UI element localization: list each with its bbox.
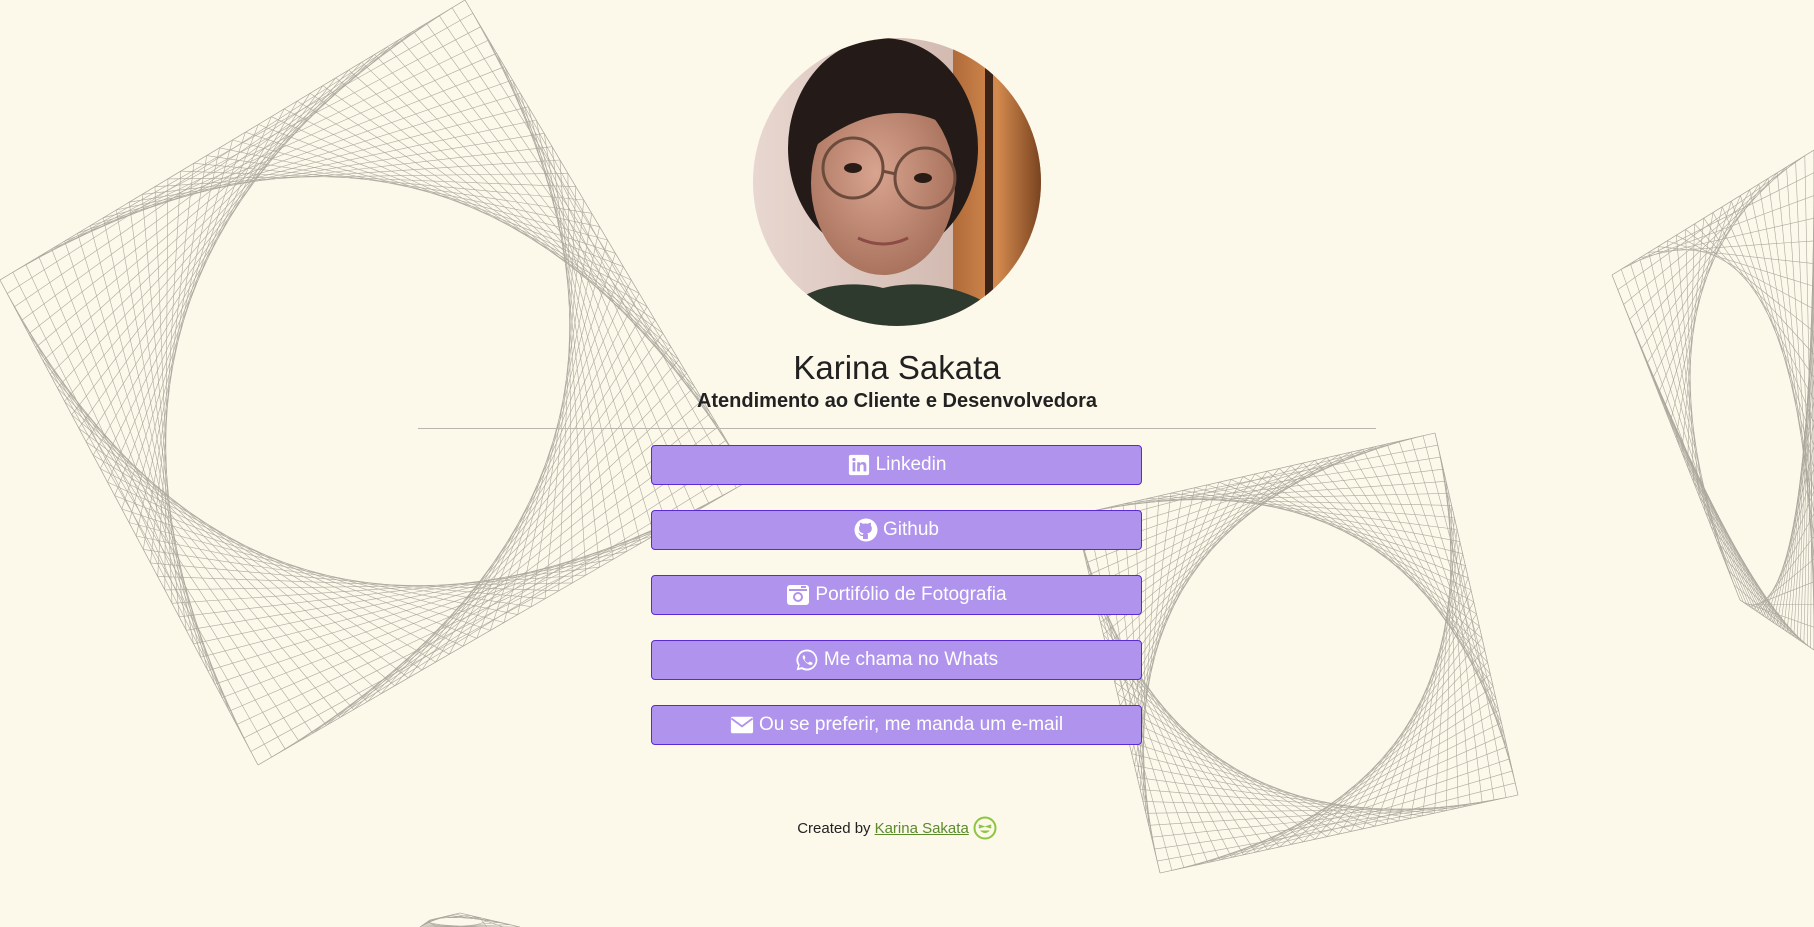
author-link[interactable]: Karina Sakata bbox=[875, 820, 969, 837]
linkedin-icon bbox=[847, 453, 871, 477]
envelope-icon bbox=[730, 713, 754, 737]
profile-role: Atendimento ao Cliente e Desenvolvedora bbox=[696, 390, 1098, 412]
smile-wink-icon bbox=[973, 816, 997, 840]
github-button[interactable]: Github bbox=[651, 510, 1142, 550]
linkedin-button[interactable]: Linkedin bbox=[651, 445, 1142, 485]
whatsapp-icon bbox=[795, 648, 819, 672]
divider bbox=[418, 428, 1376, 429]
whatsapp-button[interactable]: Me chama no Whats bbox=[651, 640, 1142, 680]
footer: Created by Karina Sakata bbox=[0, 816, 1794, 840]
email-label: Ou se preferir, me manda um e-mail bbox=[758, 714, 1064, 735]
profile-name: Karina Sakata bbox=[793, 349, 1001, 386]
avatar bbox=[753, 38, 1041, 326]
page: Karina Sakata Atendimento ao Cliente e D… bbox=[0, 0, 1814, 927]
email-button[interactable]: Ou se preferir, me manda um e-mail bbox=[651, 705, 1142, 745]
footer-prefix: Created by bbox=[797, 819, 871, 837]
camera-icon bbox=[786, 583, 810, 607]
photo-portfolio-label: Portifólio de Fotografia bbox=[815, 584, 1007, 605]
whatsapp-label: Me chama no Whats bbox=[823, 649, 999, 670]
linkedin-label: Linkedin bbox=[875, 454, 947, 475]
profile-card: Karina Sakata Atendimento ao Cliente e D… bbox=[0, 0, 1814, 927]
github-icon bbox=[854, 518, 878, 542]
profile-photo bbox=[753, 38, 1041, 326]
photo-portfolio-button[interactable]: Portifólio de Fotografia bbox=[651, 575, 1142, 615]
github-label: Github bbox=[883, 519, 939, 540]
